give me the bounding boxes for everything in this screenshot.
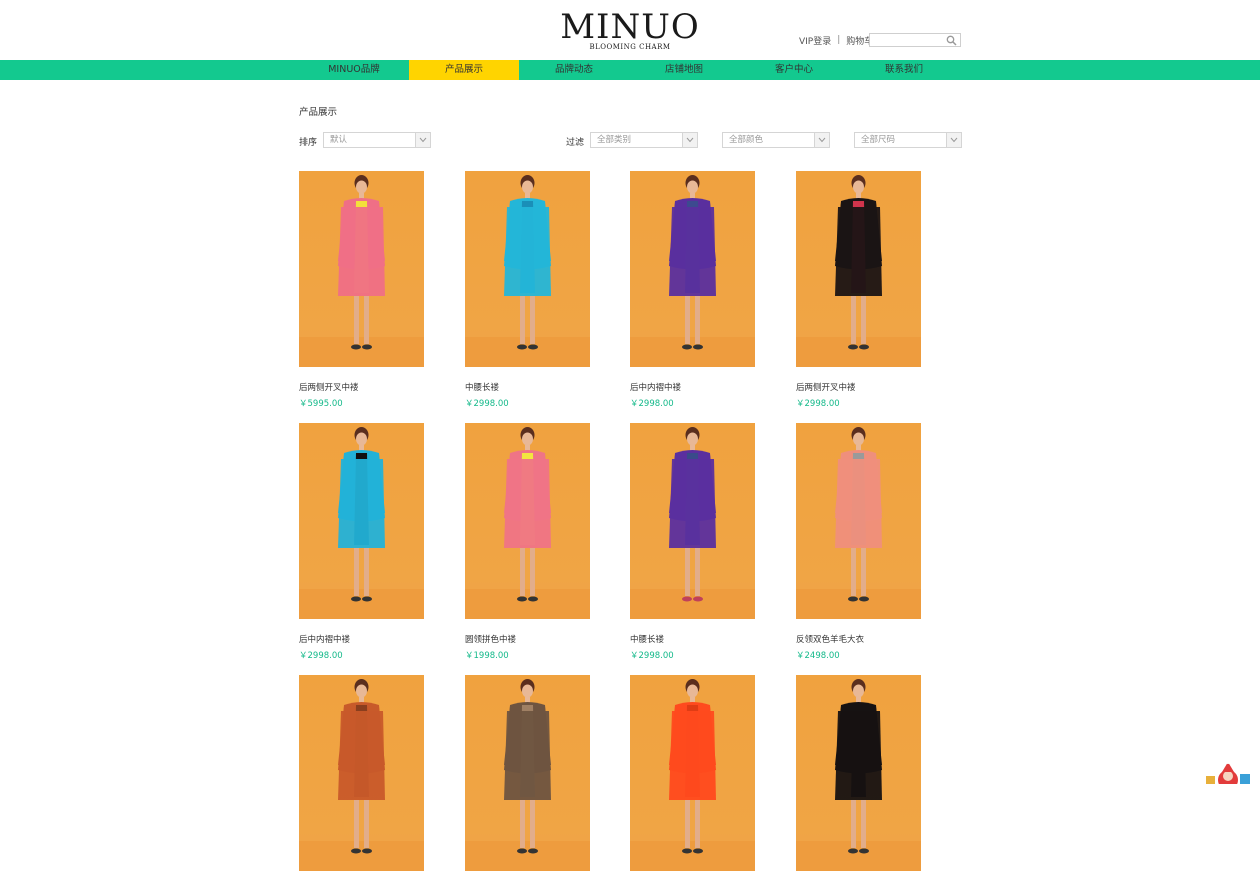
product-image[interactable]	[299, 171, 424, 367]
product-name[interactable]: 后中内褶中褛	[299, 633, 424, 645]
category-select-value: 全部类别	[597, 135, 632, 145]
nav-item-store-map[interactable]: 店铺地图	[629, 60, 739, 80]
product-image[interactable]	[796, 171, 921, 367]
utility-links: VIP登录 | 购物车	[799, 33, 873, 47]
page-title: 产品展示	[299, 107, 338, 118]
product-name[interactable]: 中腰长褛	[630, 633, 755, 645]
logo-tagline: BLOOMING CHARM	[589, 43, 671, 51]
size-select[interactable]: 全部尺码	[854, 132, 962, 148]
color-select-value: 全部颜色	[729, 135, 764, 145]
product-price: ￥5995.00	[299, 399, 343, 409]
product-image[interactable]	[465, 171, 590, 367]
product-image[interactable]	[630, 171, 755, 367]
search-input[interactable]	[870, 34, 944, 46]
nav-item-products[interactable]: 产品展示	[409, 60, 519, 80]
product-card[interactable]: 中腰长褛 ￥2998.00	[630, 423, 755, 661]
product-image[interactable]	[630, 423, 755, 619]
product-image[interactable]	[796, 675, 921, 871]
product-name[interactable]: 圆领拼色中褛	[465, 633, 590, 645]
nav-item-news[interactable]: 品牌动态	[519, 60, 629, 80]
color-select[interactable]: 全部颜色	[722, 132, 830, 148]
product-image[interactable]	[796, 423, 921, 619]
product-card[interactable]	[796, 675, 921, 871]
size-select-value: 全部尺码	[861, 135, 896, 145]
main-nav: MINUO品牌 产品展示 品牌动态 店铺地图 客户中心 联系我们	[299, 60, 959, 80]
product-price: ￥2998.00	[465, 399, 509, 409]
product-image[interactable]	[299, 423, 424, 619]
product-price: ￥2998.00	[630, 651, 674, 661]
holiday-decoration	[1180, 758, 1260, 790]
product-image[interactable]	[299, 675, 424, 871]
chevron-down-icon[interactable]	[682, 133, 697, 147]
filter-label: 过滤	[566, 138, 585, 148]
product-card[interactable]	[465, 675, 590, 871]
chevron-down-icon[interactable]	[946, 133, 961, 147]
chevron-down-icon[interactable]	[814, 133, 829, 147]
product-price: ￥2998.00	[796, 399, 840, 409]
product-price: ￥1998.00	[465, 651, 509, 661]
product-card[interactable]	[630, 675, 755, 871]
nav-item-brand[interactable]: MINUO品牌	[299, 60, 409, 80]
product-image[interactable]	[465, 423, 590, 619]
product-card[interactable]: 后中内褶中褛 ￥2998.00	[299, 423, 424, 661]
category-select[interactable]: 全部类别	[590, 132, 698, 148]
main-nav-bar: MINUO品牌 产品展示 品牌动态 店铺地图 客户中心 联系我们	[0, 60, 1260, 80]
sort-select-value: 默认	[330, 135, 348, 145]
chevron-down-icon[interactable]	[415, 133, 430, 147]
product-image[interactable]	[465, 675, 590, 871]
product-price: ￥2498.00	[796, 651, 840, 661]
product-image[interactable]	[630, 675, 755, 871]
product-name[interactable]: 后两侧开叉中褛	[796, 381, 921, 393]
nav-item-customer-center[interactable]: 客户中心	[739, 60, 849, 80]
product-card[interactable]: 反领双色羊毛大衣 ￥2498.00	[796, 423, 921, 661]
product-price: ￥2998.00	[299, 651, 343, 661]
logo-brand: MINUO	[560, 7, 700, 47]
sort-label: 排序	[299, 138, 318, 148]
sort-select[interactable]: 默认	[323, 132, 431, 148]
product-price: ￥2998.00	[630, 399, 674, 409]
product-card[interactable]: 中腰长褛 ￥2998.00	[465, 171, 590, 409]
product-name[interactable]: 后中内褶中褛	[630, 381, 755, 393]
product-card[interactable]: 后中内褶中褛 ￥2998.00	[630, 171, 755, 409]
product-card[interactable]: 后两侧开叉中褛 ￥2998.00	[796, 171, 921, 409]
util-separator: |	[837, 35, 841, 45]
product-name[interactable]: 后两侧开叉中褛	[299, 381, 424, 393]
search-box[interactable]	[869, 33, 961, 47]
nav-item-contact[interactable]: 联系我们	[849, 60, 959, 80]
product-card[interactable]	[299, 675, 424, 871]
product-card[interactable]: 圆领拼色中褛 ￥1998.00	[465, 423, 590, 661]
product-name[interactable]: 反领双色羊毛大衣	[796, 633, 921, 645]
product-name[interactable]: 中腰长褛	[465, 381, 590, 393]
logo[interactable]: MINUO BLOOMING CHARM	[0, 10, 1260, 51]
product-card[interactable]: 后两侧开叉中褛 ￥5995.00	[299, 171, 424, 409]
vip-login-link[interactable]: VIP登录	[799, 34, 831, 47]
